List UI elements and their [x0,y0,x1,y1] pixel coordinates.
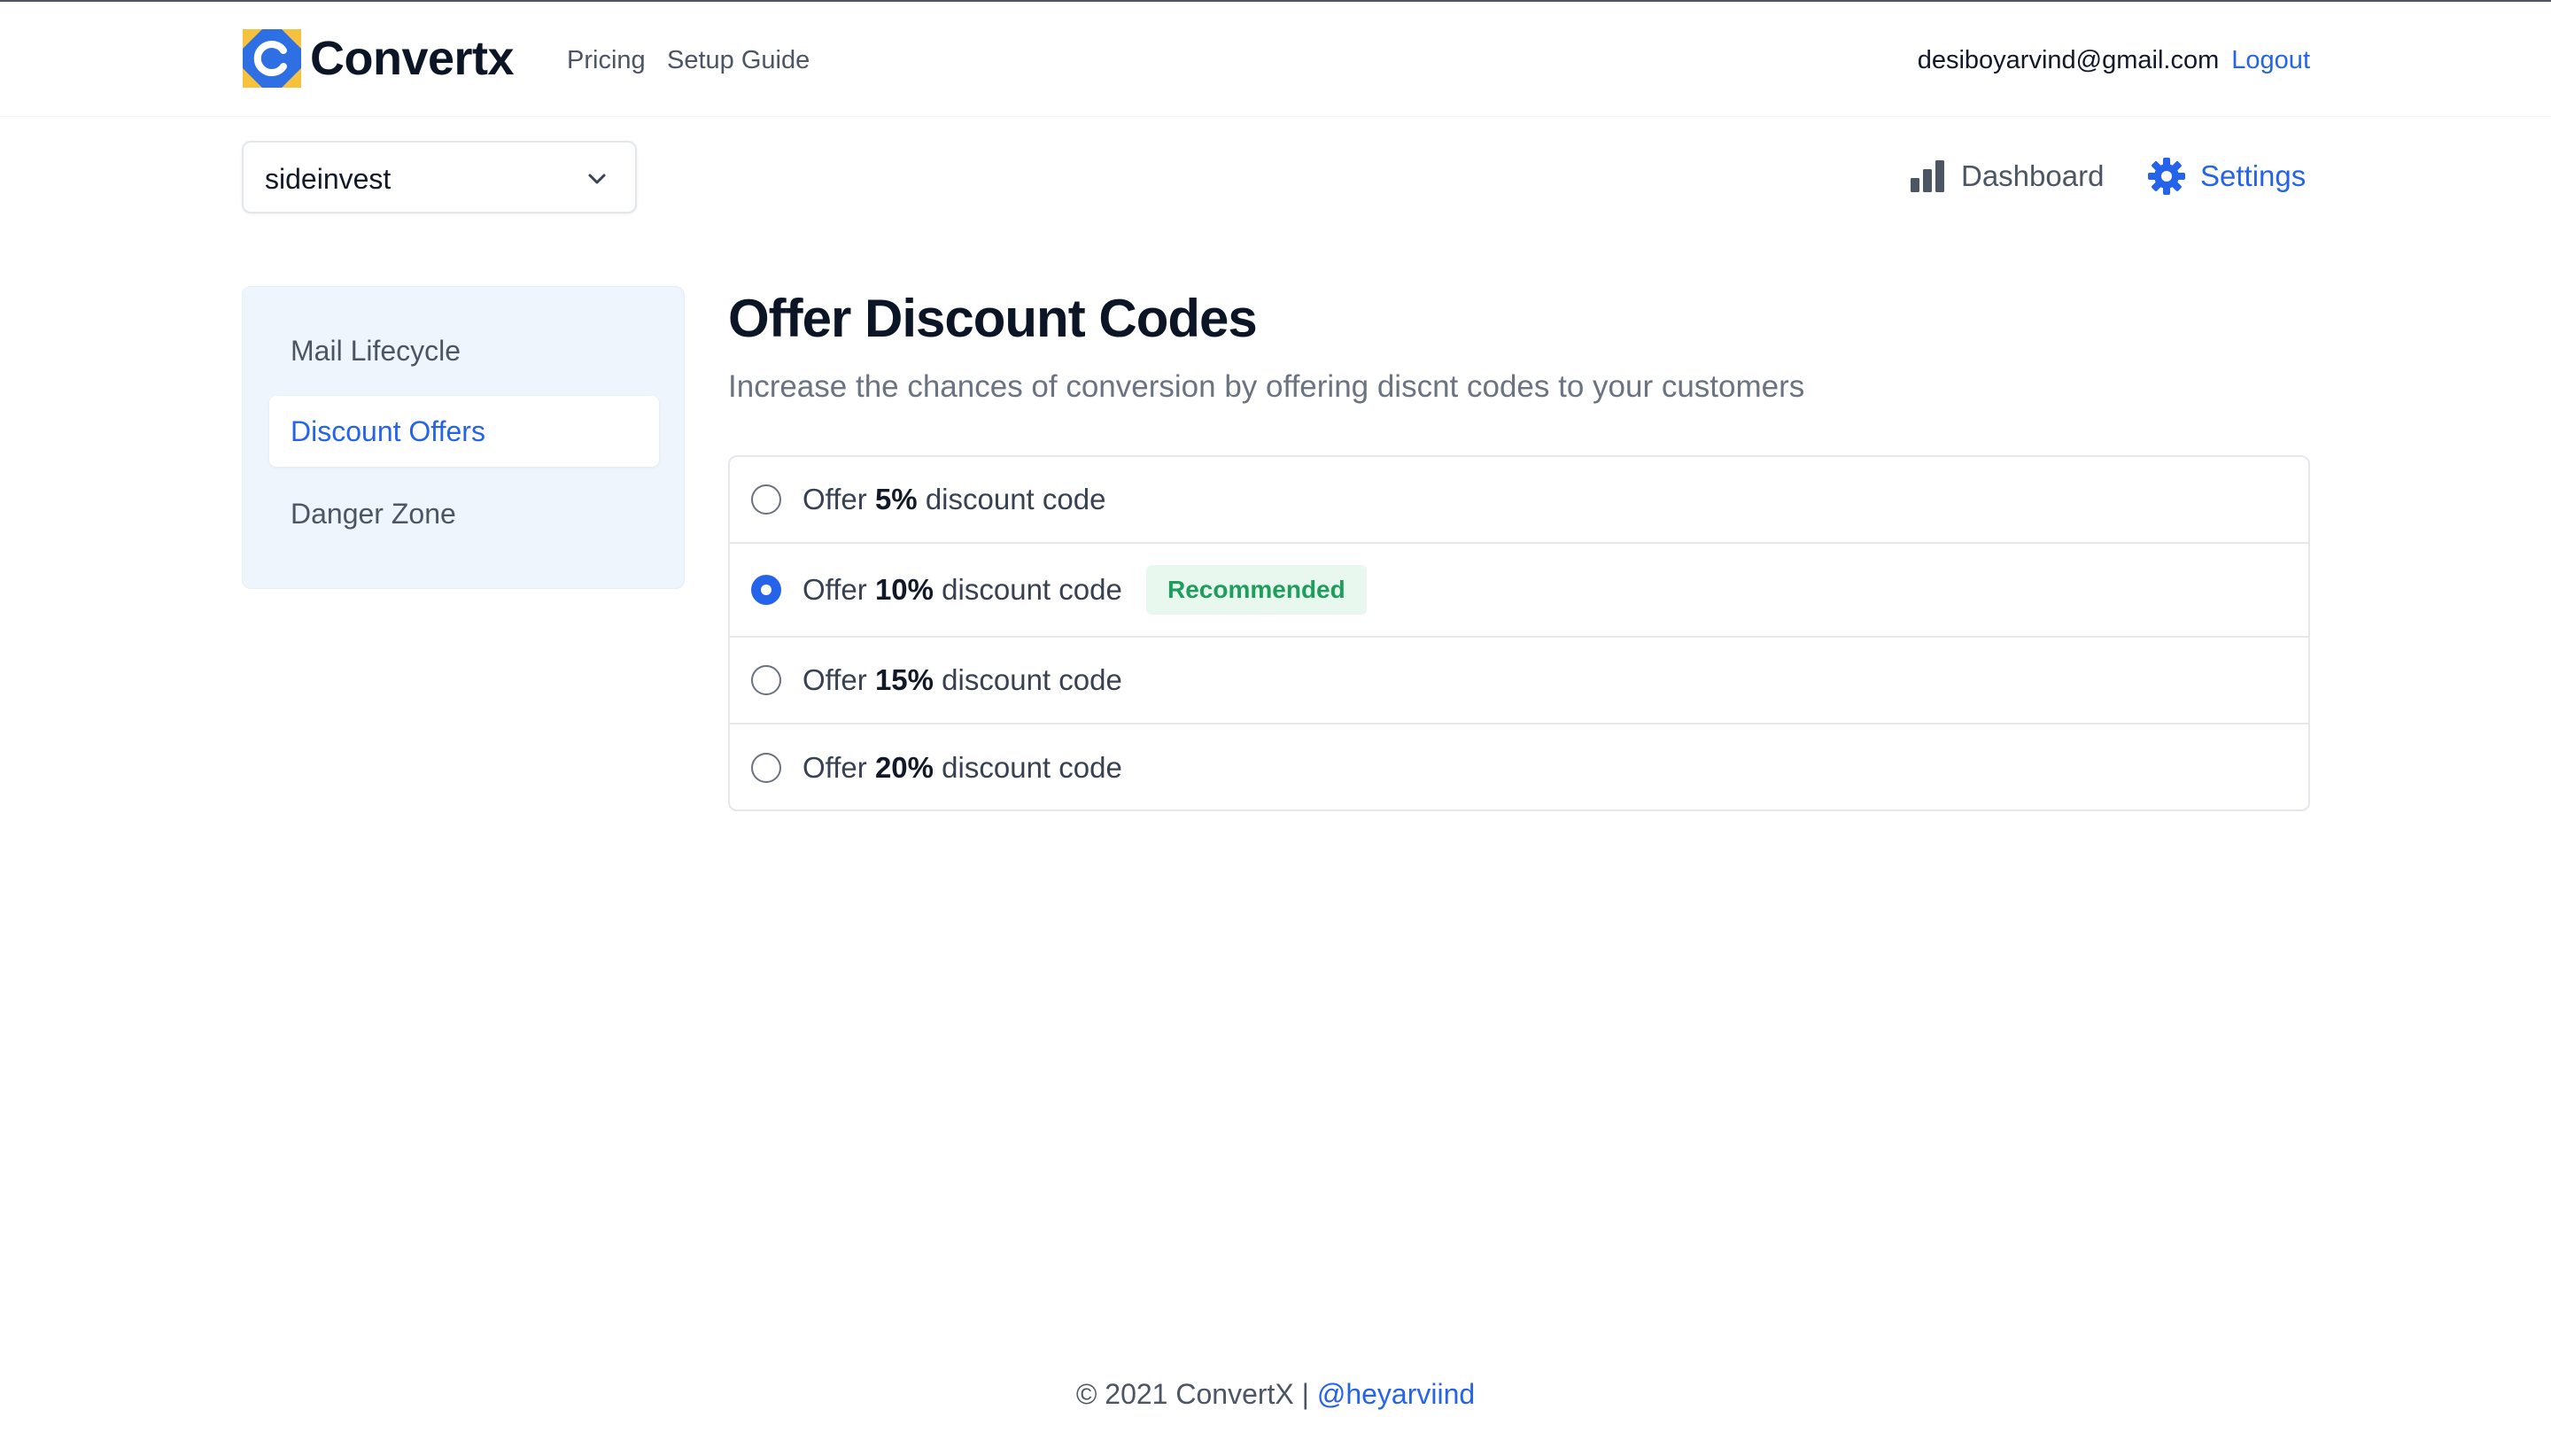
footer-copyright: © 2021 ConvertX | [1075,1378,1317,1410]
nav-setup-guide-link[interactable]: Setup Guide [667,44,810,76]
chevron-down-icon [588,174,606,184]
discount-option-20[interactable]: Offer 20% discount code [730,724,2308,809]
sidebar-item-mail-lifecycle[interactable]: Mail Lifecycle [269,315,659,386]
option-label: Offer 5% discount code [803,483,1106,515]
logout-link[interactable]: Logout [2231,46,2310,74]
radio-button[interactable] [751,484,781,515]
bar-chart-icon [1911,160,1944,192]
sidebar-item-danger-zone[interactable]: Danger Zone [269,478,659,549]
tab-settings[interactable]: Settings [2147,152,2306,200]
recommended-badge: Recommended [1146,565,1367,615]
radio-button-selected[interactable] [751,575,781,605]
brand-name[interactable]: Convertx [310,28,515,89]
footer: © 2021 ConvertX | @heyarviind [0,1376,2551,1412]
project-select[interactable]: sideinvest [242,141,637,213]
discount-option-10[interactable]: Offer 10% discount code Recommended [730,544,2308,638]
discount-options-group: Offer 5% discount code Offer 10% discoun… [728,455,2310,811]
option-label: Offer 20% discount code [803,751,1122,784]
sidebar-item-discount-offers[interactable]: Discount Offers [269,396,659,467]
nav-pricing-link[interactable]: Pricing [567,44,646,76]
discount-option-5[interactable]: Offer 5% discount code [730,457,2308,544]
radio-button[interactable] [751,665,781,695]
page-subtitle: Increase the chances of conversion by of… [728,369,1805,404]
page-title: Offer Discount Codes [728,289,1258,348]
top-bar: Convertx Pricing Setup Guide desiboyarvi… [0,2,2551,117]
tab-settings-label: Settings [2200,159,2307,192]
discount-option-15[interactable]: Offer 15% discount code [730,638,2308,724]
tab-dashboard-label: Dashboard [1961,159,2105,192]
option-label: Offer 10% discount code [803,573,1122,606]
tab-dashboard[interactable]: Dashboard [1908,152,2104,200]
radio-button[interactable] [751,753,781,783]
settings-sidebar: Mail Lifecycle Discount Offers Danger Zo… [242,286,685,589]
user-email: desiboyarvind@gmail.com [1917,46,2220,74]
gear-icon [2148,158,2185,195]
project-select-value: sideinvest [265,163,392,195]
user-area: desiboyarvind@gmail.com Logout [1918,44,2310,76]
option-label: Offer 15% discount code [803,663,1122,696]
footer-twitter-link[interactable]: @heyarviind [1317,1378,1475,1410]
convertx-logo-icon[interactable] [243,29,301,88]
